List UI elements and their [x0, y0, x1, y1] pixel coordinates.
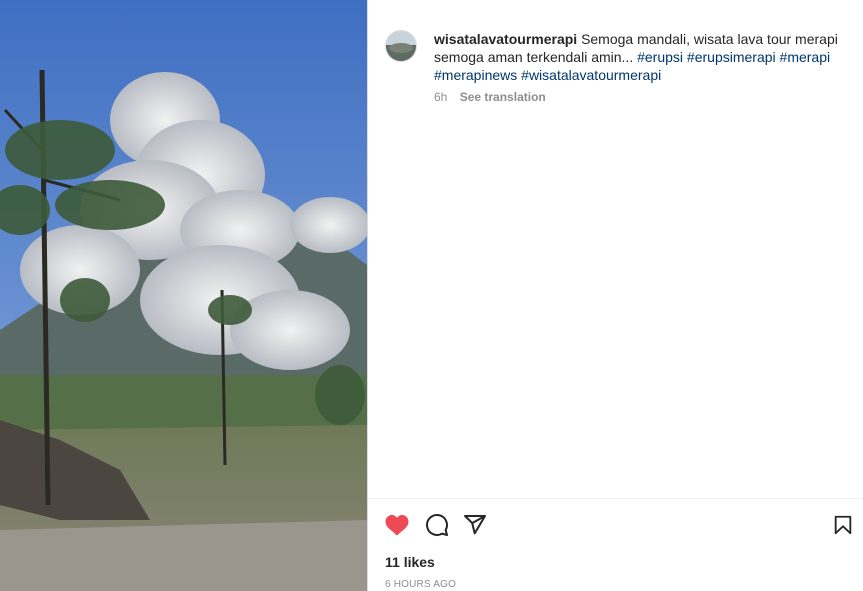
- caption: wisatalavatourmerapi Semoga mandali, wis…: [434, 30, 846, 84]
- actions-divider: [368, 498, 863, 499]
- hashtag-link[interactable]: #erupsimerapi: [687, 49, 776, 65]
- post-detail-panel: wisatalavatourmerapi Semoga mandali, wis…: [368, 0, 863, 591]
- hashtag-link[interactable]: #merapi: [780, 49, 831, 65]
- comment-button[interactable]: [424, 512, 450, 538]
- save-button[interactable]: [830, 512, 856, 538]
- comment-icon: [426, 514, 448, 536]
- avatar[interactable]: [385, 30, 417, 62]
- likes-count[interactable]: 11 likes: [385, 554, 435, 570]
- share-button[interactable]: [462, 512, 488, 538]
- like-button[interactable]: [384, 512, 410, 538]
- post-timestamp: 6 HOURS AGO: [385, 579, 457, 590]
- caption-meta: 6h See translation: [434, 90, 546, 104]
- hashtag-link[interactable]: #merapinews: [434, 67, 517, 83]
- eruption-photo: [0, 0, 367, 591]
- username-link[interactable]: wisatalavatourmerapi: [434, 31, 577, 47]
- paper-plane-icon: [464, 515, 486, 535]
- hashtag-link[interactable]: #wisatalavatourmerapi: [521, 67, 661, 83]
- avatar-image: [386, 31, 416, 61]
- bookmark-icon: [834, 515, 852, 535]
- see-translation-button[interactable]: See translation: [460, 90, 546, 104]
- heart-icon: [385, 514, 409, 536]
- hashtag-link[interactable]: #erupsi: [637, 49, 683, 65]
- post-media[interactable]: [0, 0, 367, 591]
- post-age: 6h: [434, 90, 448, 104]
